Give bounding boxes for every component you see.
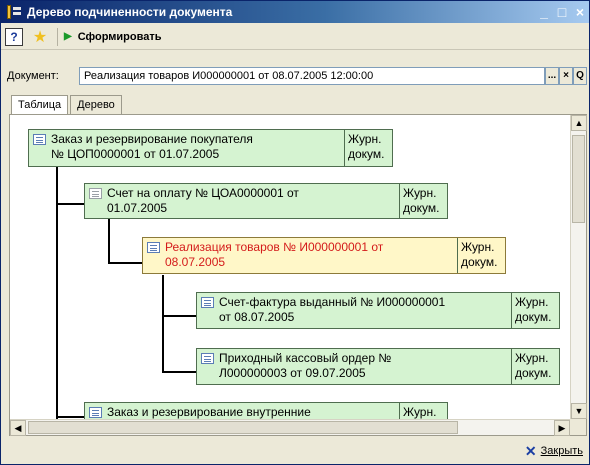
journal-link[interactable]: Журн. докум.	[457, 238, 505, 273]
horizontal-scroll-thumb[interactable]	[28, 421, 458, 434]
journal-link[interactable]: Журн. докум.	[511, 293, 559, 328]
scroll-right-icon[interactable]: ▶	[554, 420, 570, 436]
generate-button-label: Сформировать	[77, 30, 162, 43]
document-icon	[201, 353, 214, 364]
tree-panel: Заказ и резервирование покупателя № ЦОП0…	[9, 114, 587, 436]
window-title: Дерево подчиненности документа	[27, 5, 233, 19]
maximize-button[interactable]: □	[553, 4, 571, 20]
node-text: Счет-фактура выданный № И000000001 от 08…	[219, 295, 446, 324]
node-text: Заказ и резервирование внутренние	[107, 405, 311, 419]
select-document-button[interactable]: ...	[545, 67, 559, 85]
connector-line	[108, 262, 142, 264]
vertical-scrollbar[interactable]: ▲ ▼	[570, 115, 587, 419]
document-label: Документ:	[7, 70, 59, 82]
journal-link[interactable]: Журн.	[399, 403, 447, 419]
horizontal-scrollbar[interactable]: ◀ ▶	[10, 419, 570, 436]
toolbar: ? ★ ▶ Сформировать	[1, 24, 589, 50]
connector-line	[162, 275, 164, 373]
tab-strip: Таблица Дерево	[11, 95, 124, 116]
toolbar-separator	[57, 27, 58, 46]
close-icon: ✕	[524, 442, 537, 459]
node-text: Реализация товаров № И000000001 от 08.07…	[165, 240, 384, 269]
connector-line	[108, 216, 110, 264]
minimize-button[interactable]: _	[535, 4, 553, 20]
footer: ✕ Закрыть	[1, 438, 589, 464]
node-text: Счет на оплату № ЦОА0000001 от 01.07.200…	[107, 186, 299, 215]
connector-line	[162, 371, 196, 373]
tree-node[interactable]: Приходный кассовый ордер № Л000000003 от…	[196, 348, 560, 385]
document-field[interactable]: Реализация товаров И000000001 от 08.07.2…	[79, 67, 545, 85]
tree-window: Дерево подчиненности документа _ □ × ? ★…	[0, 0, 590, 465]
tree-node[interactable]: Заказ и резервирование внутренние Журн.	[84, 402, 448, 419]
generate-button[interactable]: ▶ Сформировать	[64, 31, 162, 43]
connector-line	[162, 315, 196, 317]
tab-table[interactable]: Таблица	[11, 95, 69, 116]
tab-tree[interactable]: Дерево	[70, 95, 122, 115]
journal-link[interactable]: Журн. докум.	[399, 184, 447, 218]
vertical-scroll-thumb[interactable]	[572, 135, 585, 223]
open-document-icon[interactable]: Q	[573, 67, 587, 85]
document-icon	[147, 242, 160, 253]
clear-document-button[interactable]: ×	[559, 67, 573, 85]
journal-link[interactable]: Журн. докум.	[511, 349, 559, 384]
document-icon	[89, 407, 102, 418]
scroll-corner	[570, 419, 586, 435]
document-icon	[33, 134, 46, 145]
document-row: Документ: Реализация товаров И000000001 …	[7, 67, 587, 85]
title-bar[interactable]: Дерево подчиненности документа _ □ ×	[1, 1, 589, 23]
play-icon: ▶	[64, 31, 72, 42]
scroll-up-icon[interactable]: ▲	[571, 115, 587, 131]
node-text: Приходный кассовый ордер № Л000000003 от…	[219, 351, 392, 380]
help-button[interactable]: ?	[5, 27, 23, 46]
document-grey-icon	[89, 188, 102, 199]
close-window-button[interactable]: ×	[571, 4, 589, 20]
tree-node[interactable]: Счет на оплату № ЦОА0000001 от 01.07.200…	[84, 183, 448, 219]
scroll-down-icon[interactable]: ▼	[571, 403, 587, 419]
document-icon	[201, 297, 214, 308]
tree-canvas: Заказ и резервирование покупателя № ЦОП0…	[10, 115, 570, 419]
scroll-left-icon[interactable]: ◀	[10, 420, 26, 436]
connector-line	[56, 416, 84, 418]
node-text: Заказ и резервирование покупателя № ЦОП0…	[51, 132, 253, 161]
tree-icon	[7, 5, 21, 19]
tree-node[interactable]: Заказ и резервирование покупателя № ЦОП0…	[28, 129, 393, 167]
connector-line	[56, 203, 84, 205]
close-button[interactable]: ✕ Закрыть	[525, 443, 583, 460]
favorite-star-icon[interactable]: ★	[29, 27, 51, 47]
close-button-label: Закрыть	[540, 445, 583, 457]
journal-link[interactable]: Журн. докум.	[344, 130, 392, 166]
tree-node-current[interactable]: Реализация товаров № И000000001 от 08.07…	[142, 237, 506, 274]
tree-node[interactable]: Счет-фактура выданный № И000000001 от 08…	[196, 292, 560, 329]
